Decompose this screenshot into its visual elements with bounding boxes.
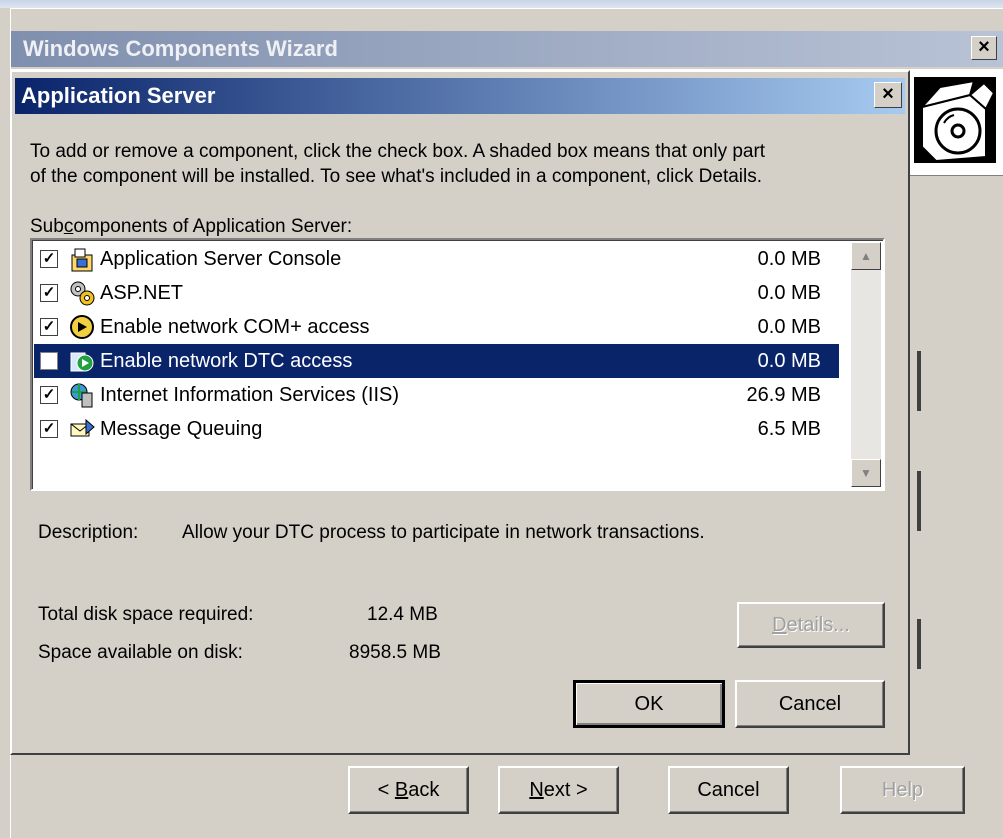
dialog-instructions: To add or remove a component, click the … — [30, 139, 890, 189]
iis-server-icon — [70, 383, 93, 408]
available-disk-space-label: Space available on disk: — [38, 642, 243, 663]
network-globe-icon — [70, 315, 94, 339]
list-item-selected[interactable]: Enable network DTC access 0.0 MB — [34, 344, 839, 378]
wizard-next-button[interactable]: Next > — [498, 766, 619, 814]
checkbox[interactable]: ✓ — [40, 284, 58, 302]
total-disk-space-value: 12.4 MB — [367, 604, 438, 625]
description-label: Description: — [38, 522, 139, 543]
box-cd-icon — [914, 77, 996, 163]
instructions-line-1: To add or remove a component, click the … — [30, 141, 766, 162]
checkbox[interactable]: ✓ — [40, 386, 58, 404]
component-size: 26.9 MB — [746, 384, 821, 406]
component-name: Internet Information Services (IIS) — [100, 384, 400, 406]
available-disk-space-value: 8958.5 MB — [349, 642, 441, 663]
component-name: Message Queuing — [100, 418, 263, 440]
background-window-titlebar — [0, 0, 1003, 8]
subcomponents-label: Subcomponents of Application Server: — [30, 216, 353, 237]
description-text: Allow your DTC process to participate in… — [182, 522, 705, 543]
total-disk-space-label: Total disk space required: — [38, 604, 254, 625]
component-size: 6.5 MB — [757, 418, 821, 440]
component-name: Application Server Console — [100, 248, 342, 270]
wizard-help-button[interactable]: Help — [840, 766, 965, 814]
wizard-page-edge — [917, 619, 921, 669]
console-icon — [71, 248, 93, 272]
subcomponents-list[interactable]: ✓ Application Server Console 0.0 MB ✓ AS… — [30, 238, 885, 491]
instructions-line-2: of the component will be installed. To s… — [30, 166, 763, 187]
wizard-close-button[interactable]: × — [971, 36, 997, 60]
checkbox[interactable] — [40, 352, 58, 370]
list-item[interactable]: ✓ Enable network COM+ access 0.0 MB — [34, 310, 839, 344]
component-name: Enable network COM+ access — [100, 316, 370, 338]
application-server-dialog: Application Server × To add or remove a … — [10, 70, 910, 755]
checkbox[interactable]: ✓ — [40, 420, 58, 438]
wizard-cancel-button[interactable]: Cancel — [668, 766, 789, 814]
wizard-title: Windows Components Wizard — [11, 31, 1003, 67]
component-size: 0.0 MB — [757, 350, 821, 372]
component-name: ASP.NET — [100, 282, 183, 304]
component-size: 0.0 MB — [757, 248, 821, 270]
dialog-cancel-button[interactable]: Cancel — [735, 680, 885, 728]
list-item[interactable]: ✓ Application Server Console 0.0 MB — [34, 242, 839, 276]
scroll-up-arrow-icon[interactable]: ▲ — [851, 242, 881, 270]
list-item[interactable]: ✓ Internet Information Services (IIS) 26… — [34, 378, 839, 412]
wizard-back-button[interactable]: < Back — [348, 766, 469, 814]
component-size: 0.0 MB — [757, 316, 821, 338]
vertical-scrollbar[interactable]: ▲ ▼ — [851, 242, 881, 487]
checkbox[interactable]: ✓ — [40, 250, 58, 268]
checkbox[interactable]: ✓ — [40, 318, 58, 336]
wizard-page-edge — [917, 351, 921, 411]
scroll-down-arrow-icon[interactable]: ▼ — [851, 459, 881, 487]
wizard-page-edge — [917, 471, 921, 531]
component-name: Enable network DTC access — [100, 350, 353, 372]
gears-icon — [70, 281, 95, 306]
message-queue-icon — [70, 418, 95, 437]
ok-button[interactable]: OK — [573, 680, 725, 728]
dtc-icon — [70, 352, 94, 372]
dialog-title: Application Server — [15, 78, 905, 114]
list-item[interactable]: ✓ ASP.NET 0.0 MB — [34, 276, 839, 310]
details-button[interactable]: Details... — [737, 602, 885, 648]
list-item[interactable]: ✓ Message Queuing 6.5 MB — [34, 412, 839, 446]
dialog-close-button[interactable]: × — [874, 82, 902, 108]
component-size: 0.0 MB — [757, 282, 821, 304]
